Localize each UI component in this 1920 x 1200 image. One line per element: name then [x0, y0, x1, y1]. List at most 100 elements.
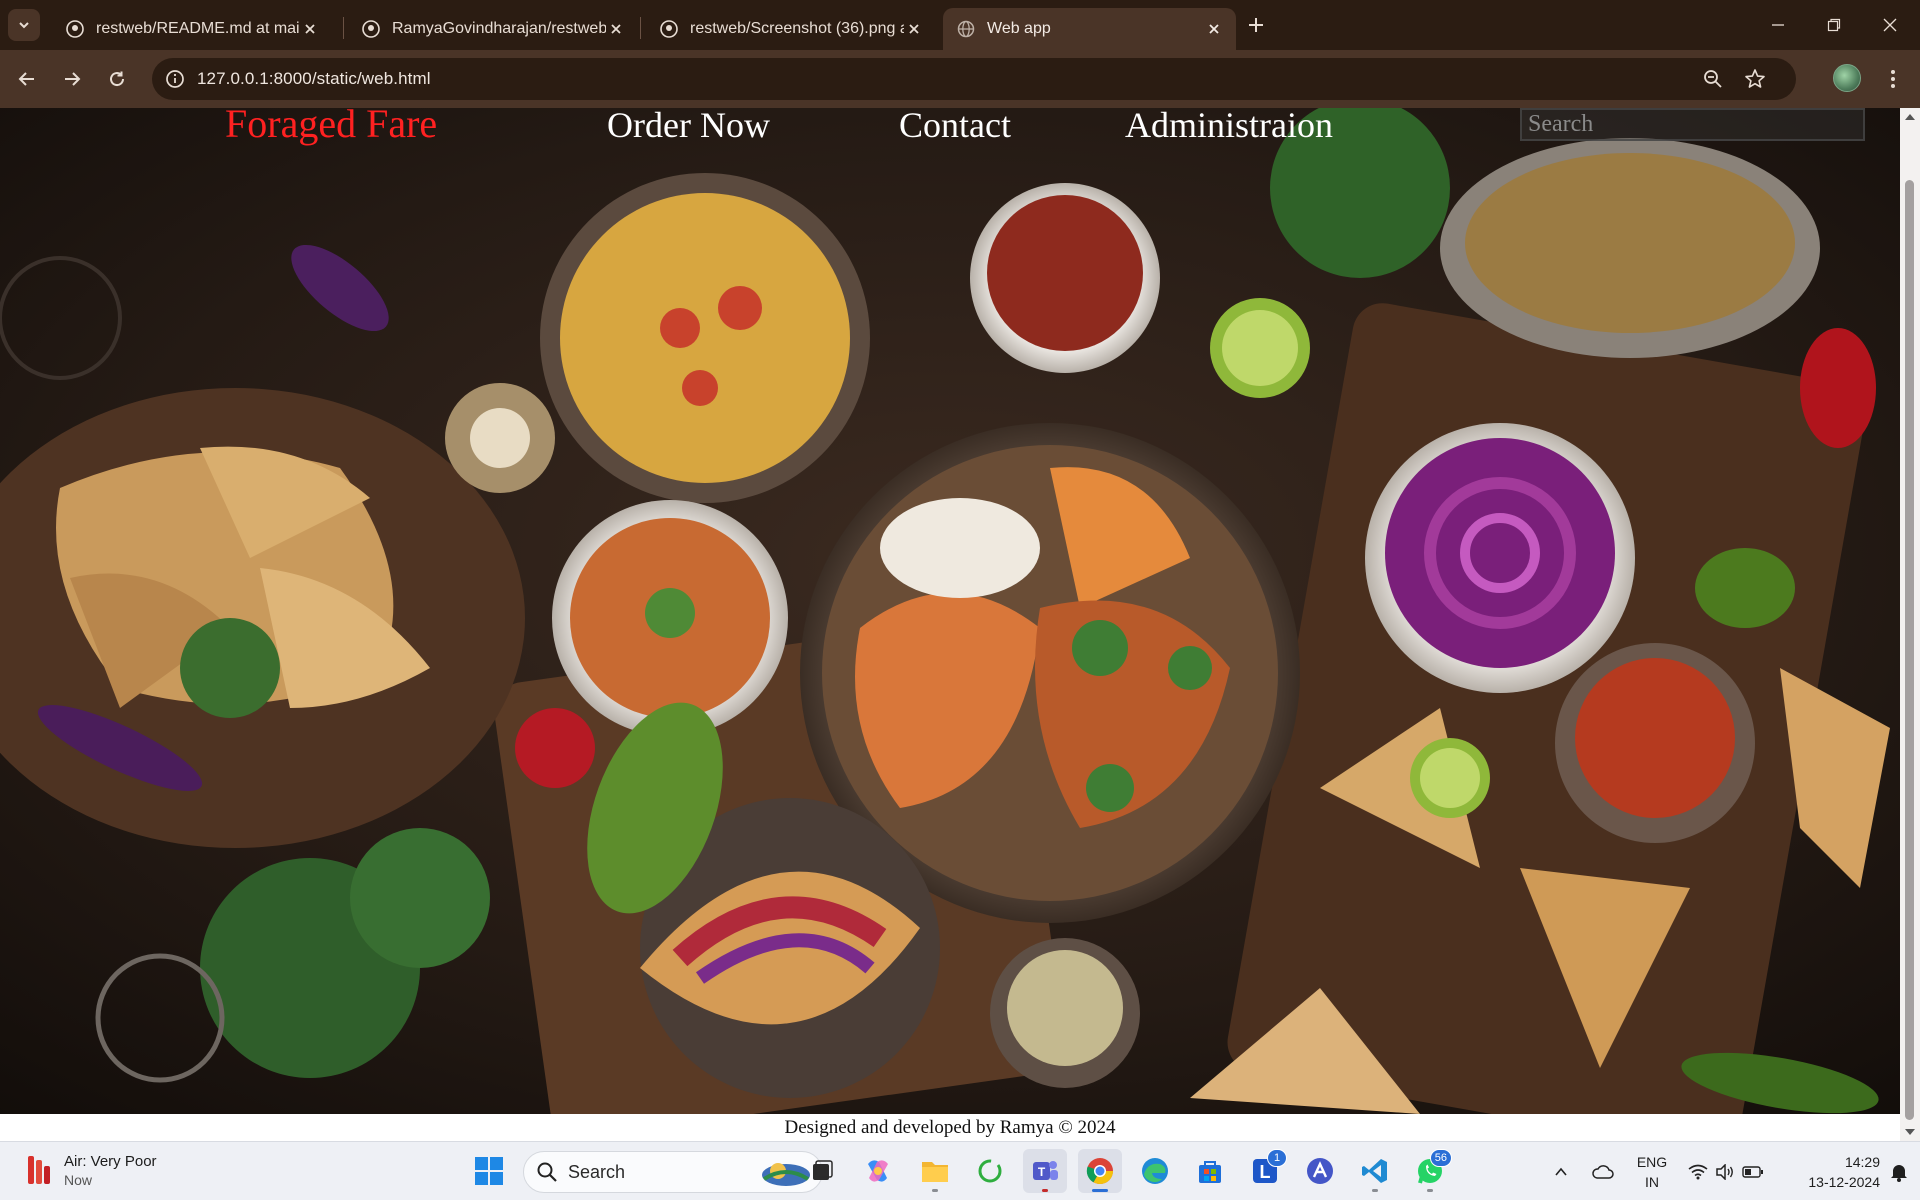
- task-view-button[interactable]: [800, 1149, 844, 1193]
- tab-screenshot[interactable]: restweb/Screenshot (36).png at: [646, 8, 936, 50]
- vscode-icon: [1362, 1159, 1387, 1183]
- folder-icon: [922, 1162, 948, 1182]
- scrollbar-thumb[interactable]: [1905, 180, 1914, 1120]
- store-button[interactable]: [1188, 1149, 1232, 1193]
- close-icon[interactable]: [606, 19, 626, 39]
- tab-web-app[interactable]: Web app: [943, 8, 1236, 50]
- weather-widget[interactable]: Air: Very Poor Now: [24, 1152, 157, 1188]
- weather-title: Air: Very Poor: [64, 1153, 157, 1170]
- whatsapp-button[interactable]: 56: [1408, 1149, 1452, 1193]
- svg-text:L: L: [1260, 1162, 1271, 1182]
- chevron-up-icon: [1555, 1167, 1567, 1176]
- restore-button[interactable]: [1806, 0, 1862, 50]
- tab-repo[interactable]: RamyaGovindharajan/restweb: [348, 8, 638, 50]
- nav-administration[interactable]: Administraion: [1125, 108, 1333, 146]
- hero-food-image: Foraged Fare Order Now Contact Administr…: [0, 108, 1900, 1114]
- show-hidden-icons-button[interactable]: [1548, 1142, 1574, 1200]
- close-icon[interactable]: [904, 19, 924, 39]
- page-viewport: Foraged Fare Order Now Contact Administr…: [0, 108, 1900, 1141]
- tab-title: restweb/Screenshot (36).png at: [690, 20, 904, 37]
- scroll-up-arrow-icon[interactable]: [1905, 114, 1915, 120]
- search-icon: [537, 1162, 557, 1182]
- wifi-icon: [1688, 1164, 1708, 1179]
- taskbar-search-box[interactable]: Search: [523, 1151, 823, 1193]
- info-icon[interactable]: [164, 68, 186, 90]
- kebab-menu-icon: [1891, 70, 1895, 88]
- zoom-icon[interactable]: [1702, 68, 1724, 90]
- forward-button[interactable]: [55, 62, 89, 96]
- close-icon: [1883, 18, 1897, 32]
- profile-avatar[interactable]: [1833, 64, 1861, 92]
- task-view-icon: [813, 1160, 833, 1180]
- tab-title: restweb/README.md at main · R: [96, 20, 300, 37]
- page-scrollbar[interactable]: [1900, 108, 1920, 1141]
- notifications-button[interactable]: [1884, 1142, 1914, 1200]
- url-text[interactable]: 127.0.0.1:8000/static/web.html: [197, 69, 431, 89]
- food-spread-illustration: [0, 108, 1900, 1114]
- footer-credit: Designed and developed by Ramya © 2024: [784, 1116, 1116, 1138]
- github-icon: [660, 20, 678, 38]
- system-clock[interactable]: 14:29 13-12-2024: [1780, 1152, 1880, 1192]
- site-footer: Designed and developed by Ramya © 2024: [0, 1114, 1900, 1141]
- air-quality-icon: [28, 1156, 50, 1184]
- l-app-button[interactable]: L 1: [1243, 1149, 1287, 1193]
- running-indicator: [932, 1189, 938, 1192]
- arrow-right-icon: [65, 72, 81, 86]
- github-icon: [362, 20, 380, 38]
- triangle-app-icon: [1307, 1158, 1333, 1184]
- browser-tab-strip: restweb/README.md at main · R RamyaGovin…: [0, 0, 1920, 50]
- edge-icon: [1142, 1158, 1168, 1184]
- browser-toolbar: 127.0.0.1:8000/static/web.html: [0, 50, 1920, 108]
- running-indicator: [1042, 1189, 1048, 1192]
- windows-taskbar: Air: Very Poor Now Search T L 1 56 ENG I…: [0, 1141, 1920, 1200]
- weather-subtitle: Now: [64, 1172, 93, 1188]
- triangle-app-button[interactable]: [1298, 1149, 1342, 1193]
- bell-icon: [1891, 1164, 1907, 1182]
- chrome-button[interactable]: [1078, 1149, 1122, 1193]
- speaker-icon: [1716, 1163, 1733, 1180]
- arrow-left-icon: [18, 72, 34, 86]
- nav-contact[interactable]: Contact: [899, 108, 1011, 146]
- chevron-down-icon: [19, 22, 29, 29]
- site-search-input[interactable]: [1520, 108, 1865, 141]
- battery-status[interactable]: [1738, 1142, 1768, 1200]
- windows-logo-icon: [475, 1157, 503, 1185]
- wifi-status[interactable]: [1684, 1142, 1712, 1200]
- minimize-button[interactable]: [1750, 0, 1806, 50]
- address-bar[interactable]: 127.0.0.1:8000/static/web.html: [152, 58, 1796, 100]
- tab-search-button[interactable]: [8, 9, 40, 41]
- globe-icon: [957, 20, 975, 38]
- close-icon[interactable]: [1204, 19, 1224, 39]
- volume-control[interactable]: [1712, 1142, 1738, 1200]
- scroll-down-arrow-icon[interactable]: [1905, 1129, 1915, 1135]
- running-indicator: [1372, 1189, 1378, 1192]
- battery-icon: [1742, 1165, 1763, 1178]
- tab-separator: [343, 17, 344, 39]
- github-icon: [66, 20, 84, 38]
- running-indicator: [1427, 1189, 1433, 1192]
- bookmark-star-icon[interactable]: [1744, 68, 1766, 90]
- edge-button[interactable]: [1133, 1149, 1177, 1193]
- region-code: IN: [1645, 1174, 1659, 1190]
- language-indicator[interactable]: ENG IN: [1632, 1152, 1672, 1192]
- cloud-icon: [1592, 1164, 1614, 1179]
- refresh-app-button[interactable]: [968, 1149, 1012, 1193]
- file-explorer-button[interactable]: [913, 1149, 957, 1193]
- nav-order-now[interactable]: Order Now: [607, 108, 770, 146]
- vscode-button[interactable]: [1353, 1149, 1397, 1193]
- teams-button[interactable]: T: [1023, 1149, 1067, 1193]
- browser-menu-button[interactable]: [1876, 62, 1910, 96]
- plus-icon: [1249, 18, 1263, 32]
- back-button[interactable]: [10, 62, 44, 96]
- copilot-button[interactable]: [856, 1149, 900, 1193]
- close-window-button[interactable]: [1862, 0, 1918, 50]
- close-icon[interactable]: [300, 19, 320, 39]
- start-button[interactable]: [467, 1149, 511, 1193]
- chrome-icon: [1086, 1158, 1114, 1185]
- onedrive-button[interactable]: [1588, 1142, 1618, 1200]
- site-logo[interactable]: Foraged Fare: [225, 108, 437, 147]
- new-tab-button[interactable]: [1242, 11, 1270, 39]
- tab-readme[interactable]: restweb/README.md at main · R: [52, 8, 332, 50]
- reload-button[interactable]: [100, 62, 134, 96]
- minimize-icon: [1772, 24, 1784, 26]
